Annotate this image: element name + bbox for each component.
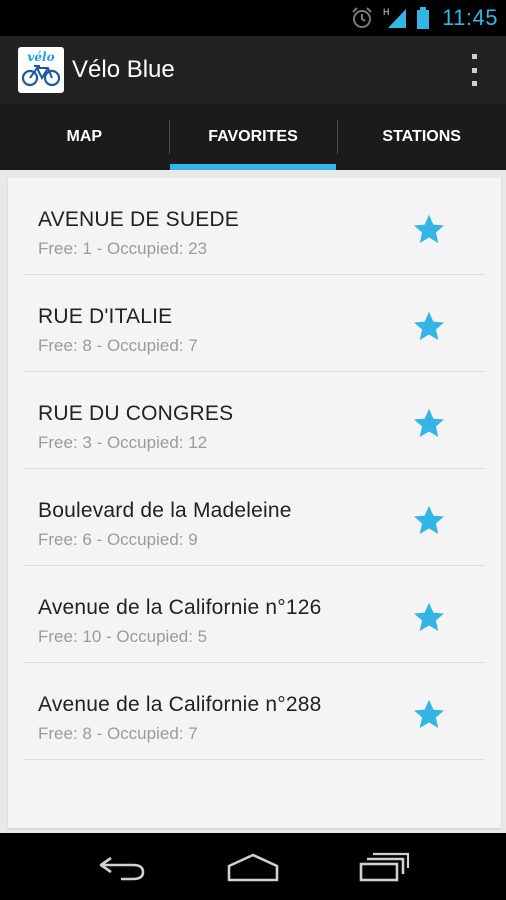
list-item[interactable]: Boulevard de la Madeleine Free: 6 - Occu…	[24, 469, 485, 566]
tab-stations-label: STATIONS	[382, 128, 461, 145]
station-name: RUE D'ITALIE	[38, 305, 173, 328]
list-item[interactable]: AVENUE DE SUEDE Free: 1 - Occupied: 23	[24, 178, 485, 275]
list-item[interactable]: RUE D'ITALIE Free: 8 - Occupied: 7	[24, 275, 485, 372]
tab-favorites-label: FAVORITES	[208, 128, 298, 145]
station-availability: Free: 10 - Occupied: 5	[38, 627, 208, 646]
bicycle-icon	[21, 65, 61, 87]
battery-icon	[416, 6, 430, 30]
tab-bar: MAP FAVORITES STATIONS	[0, 104, 506, 170]
station-availability: Free: 6 - Occupied: 9	[38, 530, 198, 549]
action-bar: vélo Vélo Blue	[0, 36, 506, 104]
signal-icon: H	[382, 6, 408, 30]
back-icon[interactable]	[92, 847, 152, 887]
station-name: RUE DU CONGRES	[38, 402, 234, 425]
overflow-menu-icon[interactable]	[468, 54, 480, 86]
favorite-star-icon[interactable]	[411, 212, 447, 248]
favorite-star-icon[interactable]	[411, 503, 447, 539]
tab-favorites[interactable]: FAVORITES	[168, 104, 338, 170]
status-clock: 11:45	[442, 5, 498, 30]
list-item[interactable]: Avenue de la Californie n°126 Free: 10 -…	[24, 566, 485, 663]
station-name: AVENUE DE SUEDE	[38, 208, 239, 231]
app-logo-icon[interactable]: vélo	[18, 47, 64, 93]
favorite-star-icon[interactable]	[411, 309, 447, 345]
tab-map-label: MAP	[66, 128, 103, 145]
station-availability: Free: 3 - Occupied: 12	[38, 433, 208, 452]
favorites-list-card: AVENUE DE SUEDE Free: 1 - Occupied: 23 R…	[8, 178, 501, 828]
tab-map[interactable]: MAP	[0, 104, 169, 170]
logo-text: vélo	[27, 50, 55, 64]
list-item[interactable]: Avenue de la Californie n°288 Free: 8 - …	[24, 663, 485, 760]
app-title: Vélo Blue	[72, 56, 175, 83]
station-availability: Free: 8 - Occupied: 7	[38, 724, 198, 743]
app-screen: H 11:45 vélo Vélo Blue MAP FAVORITES STA…	[0, 0, 506, 900]
system-nav-bar	[0, 833, 506, 900]
favorite-star-icon[interactable]	[411, 600, 447, 636]
network-type-label: H	[383, 7, 390, 17]
favorite-star-icon[interactable]	[411, 406, 447, 442]
station-name: Avenue de la Californie n°126	[38, 596, 322, 619]
favorite-star-icon[interactable]	[411, 697, 447, 733]
station-availability: Free: 8 - Occupied: 7	[38, 336, 198, 355]
status-bar: H 11:45	[0, 0, 506, 36]
favorites-list: AVENUE DE SUEDE Free: 1 - Occupied: 23 R…	[8, 178, 501, 760]
recent-apps-icon[interactable]	[354, 847, 414, 887]
station-name: Boulevard de la Madeleine	[38, 499, 292, 522]
station-name: Avenue de la Californie n°288	[38, 693, 322, 716]
home-icon[interactable]	[223, 847, 283, 887]
tab-stations[interactable]: STATIONS	[337, 104, 506, 170]
favorites-content: AVENUE DE SUEDE Free: 1 - Occupied: 23 R…	[0, 170, 506, 833]
list-item[interactable]: RUE DU CONGRES Free: 3 - Occupied: 12	[24, 372, 485, 469]
station-availability: Free: 1 - Occupied: 23	[38, 239, 208, 258]
alarm-icon	[350, 6, 374, 30]
